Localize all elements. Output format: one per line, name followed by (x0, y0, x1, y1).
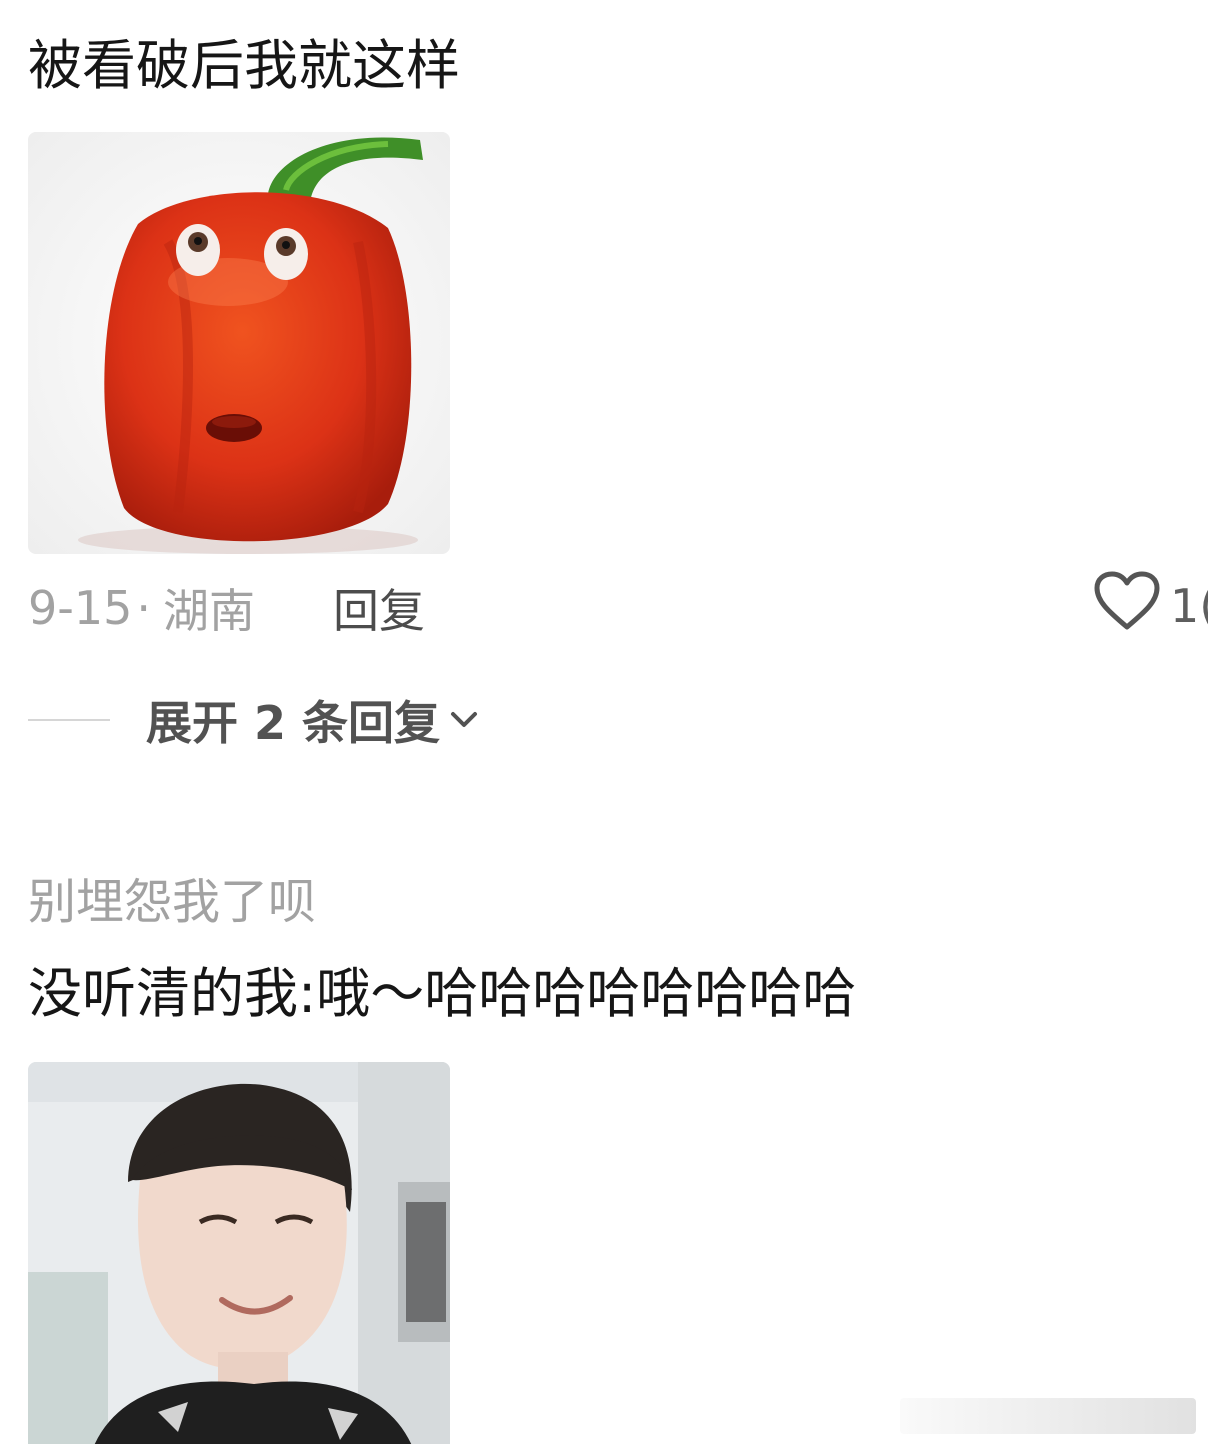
like-button[interactable]: 1( (1094, 571, 1208, 638)
expand-replies[interactable]: 展开 2 条回复 (28, 690, 478, 750)
comment-date: 9-15 (28, 581, 133, 635)
comment-username[interactable]: 别埋怨我了呗 (28, 862, 316, 932)
comment-text: 没听清的我:哦～哈哈哈哈哈哈哈哈 (28, 962, 857, 1025)
reply-button[interactable]: 回复 (333, 575, 425, 641)
chevron-down-icon[interactable] (450, 710, 478, 730)
heart-outline-icon (1094, 571, 1160, 642)
like-count: 1( (1170, 579, 1208, 633)
comment-image-pepper[interactable] (28, 132, 450, 554)
pepper-meme-image (28, 132, 450, 554)
meta-separator: · (136, 581, 152, 635)
selfie-image (28, 1062, 450, 1444)
comment-location: 湖南 (163, 584, 256, 638)
watermark (900, 1398, 1196, 1434)
comment-thread: 被看破后我就这样 9-15 · 湖南 回复 1 展开 2 条回复 别埋怨我了呗 … (0, 0, 1208, 1444)
comment-text: 被看破后我就这样 (28, 34, 460, 97)
divider-line (28, 719, 110, 721)
expand-replies-label[interactable]: 展开 2 条回复 (146, 687, 440, 753)
comment-meta: 9-15 · 湖南 回复 (28, 578, 425, 638)
comment-image-selfie[interactable] (28, 1062, 450, 1444)
